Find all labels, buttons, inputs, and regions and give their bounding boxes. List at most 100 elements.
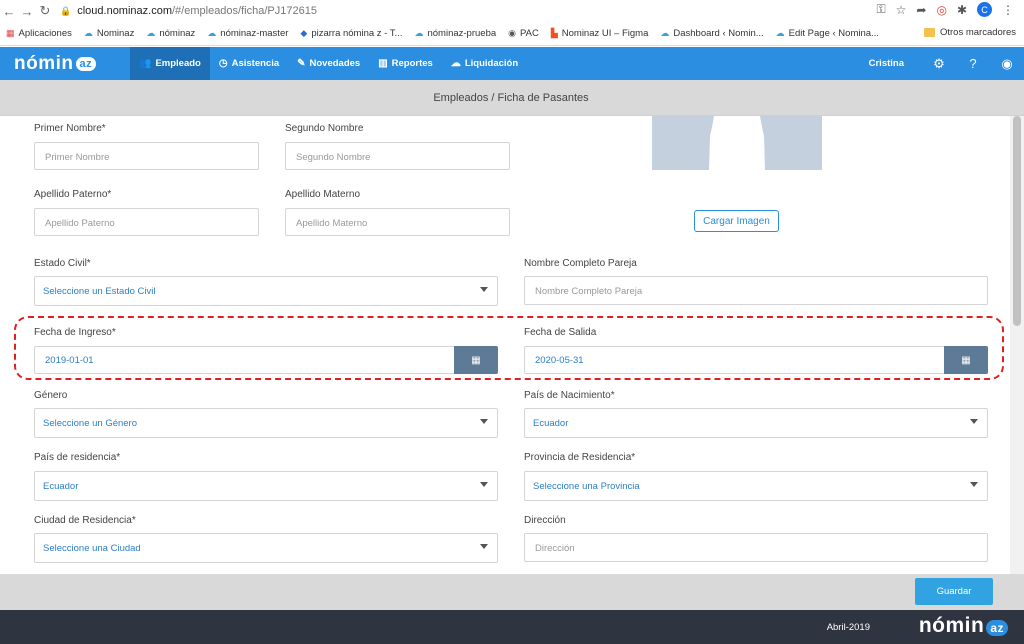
- estado-civil-select[interactable]: Seleccione un Estado Civil: [34, 276, 498, 306]
- select-value: Seleccione una Provincia: [533, 481, 640, 492]
- apellido-materno-label: Apellido Materno: [285, 189, 361, 200]
- primer-nombre-input[interactable]: Primer Nombre: [34, 142, 259, 170]
- user-circle-icon[interactable]: ◉: [990, 56, 1024, 72]
- nav-label: Liquidación: [464, 58, 519, 69]
- cloud-icon: ☁: [775, 28, 785, 38]
- bookmark-pac[interactable]: ◉ PAC: [508, 28, 539, 39]
- bookmark-other-folder[interactable]: Otros marcadores: [923, 27, 1016, 38]
- nav-username[interactable]: Cristina: [869, 58, 904, 69]
- caret-down-icon: [480, 544, 488, 549]
- date-value: 2019-01-01: [45, 355, 94, 366]
- url-host: cloud.nominaz.com: [77, 5, 172, 17]
- key-icon[interactable]: ⚿: [876, 2, 885, 17]
- cloud-icon: ☁: [414, 28, 424, 38]
- browser-toolbar: ← → ↻ 🔒 cloud.nominaz.com /#/empleados/f…: [0, 0, 1024, 22]
- scrollbar-thumb[interactable]: [1013, 116, 1021, 326]
- nav-label: Novedades: [309, 58, 361, 69]
- segundo-nombre-label: Segundo Nombre: [285, 123, 364, 134]
- provincia-residencia-select[interactable]: Seleccione una Provincia: [524, 471, 988, 501]
- select-value: Seleccione un Estado Civil: [43, 286, 156, 297]
- fecha-ingreso-input[interactable]: 2019-01-01 ▦: [34, 346, 498, 374]
- bookmark-pizarra[interactable]: ◆ pizarra nómina z - T...: [300, 28, 402, 39]
- back-arrow-icon[interactable]: ←: [0, 4, 18, 19]
- direccion-input[interactable]: Dirección: [524, 533, 988, 562]
- bookmark-label: nóminaz-prueba: [427, 28, 497, 39]
- lock-icon: 🔒: [60, 5, 72, 16]
- calendar-icon[interactable]: ▦: [454, 346, 498, 374]
- nav-asistencia[interactable]: ◷ Asistencia: [210, 47, 288, 80]
- bookmark-label: Edit Page ‹ Nomina...: [788, 28, 879, 39]
- bookmark-edit-page[interactable]: ☁ Edit Page ‹ Nomina...: [776, 28, 879, 39]
- share-arrow-icon[interactable]: ➦: [916, 3, 926, 17]
- bookmark-aplicaciones[interactable]: ▦ Aplicaciones: [6, 28, 72, 39]
- diamond-icon: ◆: [300, 28, 308, 38]
- bookmark-nominaz-2[interactable]: ☁ nóminaz: [146, 28, 195, 39]
- page-scrollbar[interactable]: [1010, 116, 1024, 574]
- puzzle-icon[interactable]: ✱: [957, 3, 967, 17]
- apellido-materno-input[interactable]: Apellido Materno: [285, 208, 510, 236]
- bookmark-nominaz-master[interactable]: ☁ nóminaz-master: [207, 28, 288, 39]
- nav-label: Reportes: [391, 58, 433, 69]
- help-icon[interactable]: ?: [956, 56, 990, 71]
- nav-label: Asistencia: [231, 58, 280, 69]
- logo-text: nómin: [14, 52, 74, 74]
- apellido-paterno-label: Apellido Paterno*: [34, 189, 112, 200]
- star-icon[interactable]: ☆: [896, 3, 907, 17]
- date-value: 2020-05-31: [535, 355, 584, 366]
- direccion-label: Dirección: [524, 515, 566, 526]
- ciudad-residencia-select[interactable]: Seleccione una Ciudad: [34, 533, 498, 563]
- bookmark-label: nóminaz-master: [220, 28, 289, 39]
- caret-down-icon: [480, 482, 488, 487]
- settings-gears-icon[interactable]: ⚙: [922, 56, 956, 72]
- figma-icon: ▙: [550, 28, 558, 38]
- nombre-pareja-input[interactable]: Nombre Completo Pareja: [524, 276, 988, 305]
- menu-dots-icon[interactable]: ⋮: [1002, 3, 1014, 17]
- clock-icon: ◷: [218, 58, 228, 69]
- bookmark-figma[interactable]: ▙ Nominaz UI – Figma: [551, 28, 649, 39]
- reload-icon[interactable]: ↻: [36, 3, 54, 19]
- pais-nacimiento-select[interactable]: Ecuador: [524, 408, 988, 438]
- calendar-icon[interactable]: ▦: [944, 346, 988, 374]
- cloud-icon: ☁: [146, 28, 156, 38]
- nav-novedades[interactable]: ✎ Novedades: [288, 47, 369, 80]
- apellido-paterno-input[interactable]: Apellido Paterno: [34, 208, 259, 236]
- cloud-icon: ☁: [83, 28, 93, 38]
- address-bar[interactable]: 🔒 cloud.nominaz.com /#/empleados/ficha/P…: [60, 5, 317, 17]
- save-button[interactable]: Guardar: [915, 578, 993, 605]
- bookmark-label: nóminaz: [159, 28, 196, 39]
- page-footer: Abril-2019 nómin az: [0, 610, 1024, 644]
- bookmark-dashboard[interactable]: ☁ Dashboard ‹ Nomin...: [660, 28, 763, 39]
- profile-avatar[interactable]: C: [977, 2, 992, 17]
- profile-photo-placeholder: [652, 116, 822, 170]
- select-value: Ecuador: [43, 481, 79, 492]
- forward-arrow-icon[interactable]: →: [18, 4, 36, 19]
- extension-target-icon[interactable]: ◎: [936, 3, 946, 17]
- cloud-upload-icon: ☁: [450, 58, 461, 69]
- logo-badge: az: [75, 56, 97, 71]
- pais-residencia-select[interactable]: Ecuador: [34, 471, 498, 501]
- provincia-residencia-label: Provincia de Residencia*: [524, 452, 636, 463]
- bookmark-nominaz-prueba[interactable]: ☁ nóminaz-prueba: [414, 28, 496, 39]
- estado-civil-label: Estado Civil*: [34, 258, 91, 269]
- segundo-nombre-input[interactable]: Segundo Nombre: [285, 142, 510, 170]
- apps-grid-icon: ▦: [6, 28, 15, 38]
- bar-chart-icon: ▥: [378, 58, 388, 69]
- cloud-icon: ☁: [207, 28, 217, 38]
- users-icon: 👥: [139, 58, 152, 69]
- nav-liquidacion[interactable]: ☁ Liquidación: [442, 47, 527, 80]
- breadcrumb: Empleados / Ficha de Pasantes: [433, 92, 589, 104]
- nav-empleado[interactable]: 👥 Empleado: [130, 47, 210, 80]
- caret-down-icon: [480, 419, 488, 424]
- select-value: Seleccione una Ciudad: [43, 543, 141, 554]
- bookmark-nominaz[interactable]: ☁ Nominaz: [84, 28, 135, 39]
- fecha-salida-input[interactable]: 2020-05-31 ▦: [524, 346, 988, 374]
- logo-badge: az: [986, 620, 1008, 636]
- nav-reportes[interactable]: ▥ Reportes: [369, 47, 442, 80]
- primer-nombre-label: Primer Nombre*: [34, 123, 106, 134]
- genero-select[interactable]: Seleccione un Género: [34, 408, 498, 438]
- upload-image-button[interactable]: Cargar Imagen: [694, 210, 779, 232]
- app-navbar: nómin az 👥 Empleado ◷ Asistencia ✎ Novedades…: [0, 47, 1024, 80]
- footer-date: Abril-2019: [826, 622, 870, 633]
- folder-icon: [923, 28, 935, 37]
- app-logo[interactable]: nómin az: [0, 47, 130, 80]
